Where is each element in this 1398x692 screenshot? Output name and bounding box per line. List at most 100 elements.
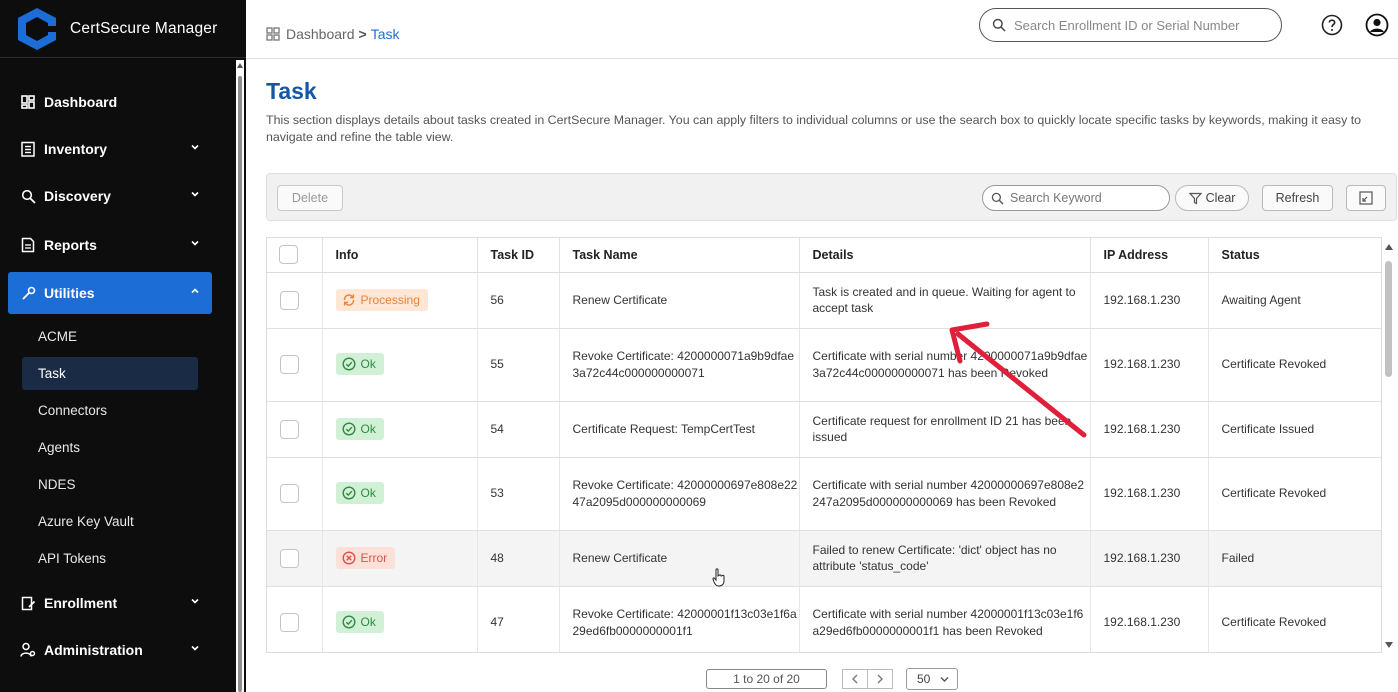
sidebar-subitem-task[interactable]: Task <box>22 357 198 390</box>
page-size-select[interactable]: 50 <box>906 668 958 690</box>
breadcrumb-root[interactable]: Dashboard <box>286 26 355 42</box>
details-cell: Certificate request for enrollment ID 21… <box>799 401 1091 458</box>
help-icon[interactable] <box>1321 14 1343 36</box>
status-badge: Ok <box>335 353 384 376</box>
user-profile-icon[interactable] <box>1365 13 1389 37</box>
column-header-info[interactable]: Info <box>322 238 478 273</box>
sidebar-item-reports[interactable]: Reports <box>8 224 212 266</box>
brand: CertSecure Manager <box>0 0 246 58</box>
clear-label: Clear <box>1205 191 1236 205</box>
status-badge-label: Ok <box>360 357 376 371</box>
status-badge: Ok <box>335 482 384 505</box>
details-cell: Certificate with serial number 42000001f… <box>799 586 1091 652</box>
row-checkbox[interactable] <box>280 290 299 310</box>
delete-button[interactable]: Delete <box>277 185 343 211</box>
refresh-icon <box>343 294 354 306</box>
sidebar-item-discovery[interactable]: Discovery <box>8 175 212 217</box>
prev-page-button[interactable] <box>842 669 868 689</box>
filter-clear-icon <box>1188 192 1202 204</box>
pagination-info: 1 to 20 of 20 <box>706 669 827 689</box>
next-page-button[interactable] <box>867 669 893 689</box>
row-checkbox[interactable] <box>280 613 299 632</box>
table-row[interactable]: Ok 54 Certificate Request: TempCertTest … <box>267 401 1381 458</box>
keyword-search[interactable] <box>982 185 1170 211</box>
expand-view-button[interactable] <box>1346 185 1386 211</box>
status-cell: Failed <box>1208 530 1381 587</box>
table-row[interactable]: Error 48 Renew Certificate Failed to ren… <box>267 530 1381 587</box>
sidebar-subitem-api-tokens[interactable]: API Tokens <box>22 542 198 575</box>
info-cell: Error <box>322 530 478 587</box>
check-circle-icon <box>341 357 356 371</box>
table-row[interactable]: Processing 56 Renew Certificate Task is … <box>267 272 1381 329</box>
row-select-cell <box>267 328 323 402</box>
info-cell: Ok <box>322 457 478 531</box>
info-cell: Ok <box>322 328 478 402</box>
column-header-status[interactable]: Status <box>1208 238 1381 273</box>
row-select-cell <box>267 586 323 652</box>
details-cell: Failed to renew Certificate: 'dict' obje… <box>799 530 1091 587</box>
search-icon <box>992 18 1006 32</box>
table-scrollbar[interactable] <box>1382 239 1396 653</box>
global-search-input[interactable] <box>1014 17 1264 33</box>
task-name-cell: Revoke Certificate: 42000001f13c03e1f6a2… <box>559 586 800 652</box>
column-header-details[interactable]: Details <box>799 238 1091 273</box>
row-checkbox[interactable] <box>280 419 299 439</box>
row-checkbox[interactable] <box>280 355 299 374</box>
task-id-cell: 55 <box>477 328 560 402</box>
sidebar-subitem-agents[interactable]: Agents <box>22 431 198 464</box>
scroll-up-arrow-icon[interactable] <box>1385 244 1393 250</box>
ip-address-cell: 192.168.1.230 <box>1090 328 1209 402</box>
chevron-down-icon <box>940 677 949 682</box>
app-title: CertSecure Manager <box>70 19 218 37</box>
sidebar-item-utilities[interactable]: Utilities <box>8 272 212 314</box>
sidebar-item-label: Reports <box>44 237 97 253</box>
task-id-cell: 48 <box>477 530 560 587</box>
table-row[interactable]: Ok 55 Revoke Certificate: 4200000071a9b9… <box>267 328 1381 402</box>
column-header-ip-address[interactable]: IP Address <box>1090 238 1209 273</box>
ip-address-cell: 192.168.1.230 <box>1090 401 1209 458</box>
chevron-up-icon <box>191 288 199 294</box>
select-all-checkbox[interactable] <box>279 245 298 265</box>
breadcrumb-current: Task <box>370 26 400 42</box>
status-badge: Processing <box>335 288 428 311</box>
column-header-task-id[interactable]: Task ID <box>477 238 560 273</box>
ip-address-cell: 192.168.1.230 <box>1090 586 1209 652</box>
ip-address-cell: 192.168.1.230 <box>1090 457 1209 531</box>
sidebar-subitem-acme[interactable]: ACME <box>22 320 198 353</box>
refresh-button[interactable]: Refresh <box>1262 185 1333 211</box>
scroll-down-arrow-icon[interactable] <box>1385 642 1393 648</box>
table-row[interactable]: Ok 53 Revoke Certificate: 42000000697e80… <box>267 457 1381 531</box>
page-size-value: 50 <box>917 672 931 686</box>
sidebar-subitem-connectors[interactable]: Connectors <box>22 394 198 427</box>
table-row[interactable]: Ok 47 Revoke Certificate: 42000001f13c03… <box>267 586 1381 652</box>
table-scrollbar-thumb[interactable] <box>1385 261 1392 377</box>
task-name-cell: Revoke Certificate: 42000000697e808e2247… <box>559 457 800 531</box>
status-badge: Ok <box>335 417 384 440</box>
scrollbar-thumb[interactable] <box>238 76 242 692</box>
task-table: Info Task ID Task Name Details IP Addres… <box>266 237 1382 653</box>
sidebar-item-dashboard[interactable]: Dashboard <box>8 81 212 123</box>
scroll-up-arrow-icon[interactable] <box>237 63 243 68</box>
sidebar-subitem-azure-key-vault[interactable]: Azure Key Vault <box>22 505 198 538</box>
enrollment-icon <box>20 595 36 611</box>
info-cell: Processing <box>322 272 478 329</box>
ip-address-cell: 192.168.1.230 <box>1090 272 1209 329</box>
row-checkbox[interactable] <box>280 548 299 568</box>
status-badge-label: Ok <box>360 421 376 436</box>
sidebar-item-administration[interactable]: Administration <box>8 629 212 671</box>
sidebar-scrollbar[interactable] <box>236 60 244 692</box>
status-badge-label: Ok <box>360 486 376 500</box>
sidebar-item-enrollment[interactable]: Enrollment <box>8 582 212 624</box>
column-header-task-name[interactable]: Task Name <box>559 238 800 273</box>
clear-filter-button[interactable]: Clear <box>1175 185 1249 211</box>
row-checkbox[interactable] <box>280 484 299 503</box>
details-cell: Certificate with serial number 420000007… <box>799 328 1091 402</box>
sidebar-subitem-ndes[interactable]: NDES <box>22 468 198 501</box>
task-name-cell: Revoke Certificate: 4200000071a9b9dfae3a… <box>559 328 800 402</box>
sidebar-item-label: Administration <box>44 642 143 658</box>
keyword-search-input[interactable] <box>1010 191 1160 205</box>
global-search[interactable] <box>979 8 1282 42</box>
sidebar-item-inventory[interactable]: Inventory <box>8 128 212 170</box>
chevron-down-icon <box>191 191 199 197</box>
details-cell: Certificate with serial number 420000006… <box>799 457 1091 531</box>
